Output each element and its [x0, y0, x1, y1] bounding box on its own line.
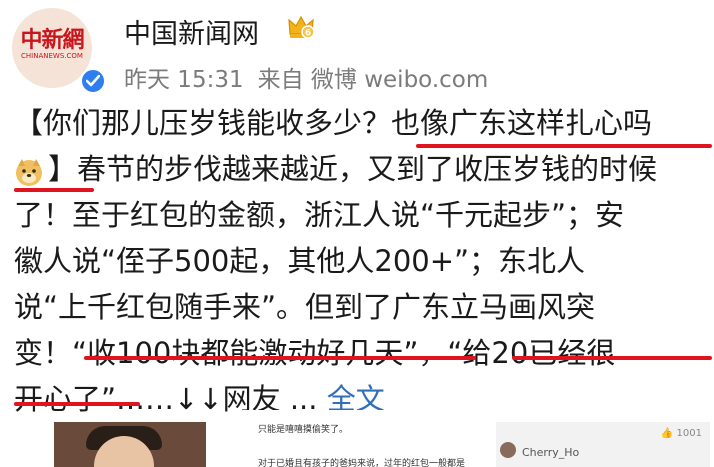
- doge-emoji-icon: [14, 154, 44, 186]
- avatar-logo-text: 中新網: [20, 27, 84, 53]
- highlight-underline: [84, 356, 476, 360]
- post-line-3: 了！至于红包的金额，浙江人说“千元起步”；安: [14, 198, 625, 232]
- highlight-underline: [416, 144, 712, 148]
- preview-image-comment[interactable]: Cherry_Ho 👍 1001: [496, 422, 710, 467]
- highlight-underline: [14, 188, 94, 192]
- highlight-underline: [14, 402, 140, 406]
- preview-image-article[interactable]: 只能是嘻嘻摸偷笑了。 对于已婚且有孩子的爸妈来说，过年的红包一般都是: [236, 410, 484, 467]
- comment-like-number: 1001: [676, 428, 702, 439]
- verified-check-icon: [80, 68, 106, 94]
- post-line-2: 】春节的步伐越来越近，又到了收压岁钱的时候: [48, 152, 658, 186]
- avatar-logo-subtext: CHINANEWS.COM: [21, 52, 83, 60]
- weibo-post: 中新網 CHINANEWS.COM 中国新闻网 6 昨天 15:31 来自 微博 …: [0, 0, 714, 467]
- article-preview-line-1: 只能是嘻嘻摸偷笑了。: [258, 425, 349, 435]
- post-line-1: 【你们那儿压岁钱能收多少？也像广东这样扎心吗: [14, 106, 653, 140]
- post-line-6: 变！“收100块都能激动好几天”，“给20已经很: [14, 336, 616, 370]
- post-source[interactable]: 来自 微博 weibo.com: [258, 67, 489, 93]
- post-line-5: 说“上千红包随手来”。但到了广东立马画风突: [14, 290, 596, 324]
- post-time: 昨天 15:31: [124, 67, 244, 93]
- article-preview-line-2: 对于已婚且有孩子的爸妈来说，过年的红包一般都是: [258, 459, 466, 467]
- author-name[interactable]: 中国新闻网: [124, 12, 259, 51]
- comment-avatar: [500, 442, 516, 458]
- preview-image-photo[interactable]: [54, 422, 206, 467]
- comment-like-count: 👍 1001: [660, 428, 702, 439]
- crown-badge-icon: 6: [286, 12, 316, 42]
- highlight-underline: [512, 356, 712, 360]
- post-line-2-wrap: 】春节的步伐越来越近，又到了收压岁钱的时候: [14, 146, 657, 192]
- post-meta: 昨天 15:31 来自 微博 weibo.com: [124, 60, 502, 94]
- avatar[interactable]: 中新網 CHINANEWS.COM: [12, 8, 106, 94]
- svg-text:6: 6: [305, 29, 311, 39]
- comment-username: Cherry_Ho: [522, 446, 580, 459]
- post-line-4: 徽人说“侄子500起，其他人200+”；东北人: [14, 244, 586, 278]
